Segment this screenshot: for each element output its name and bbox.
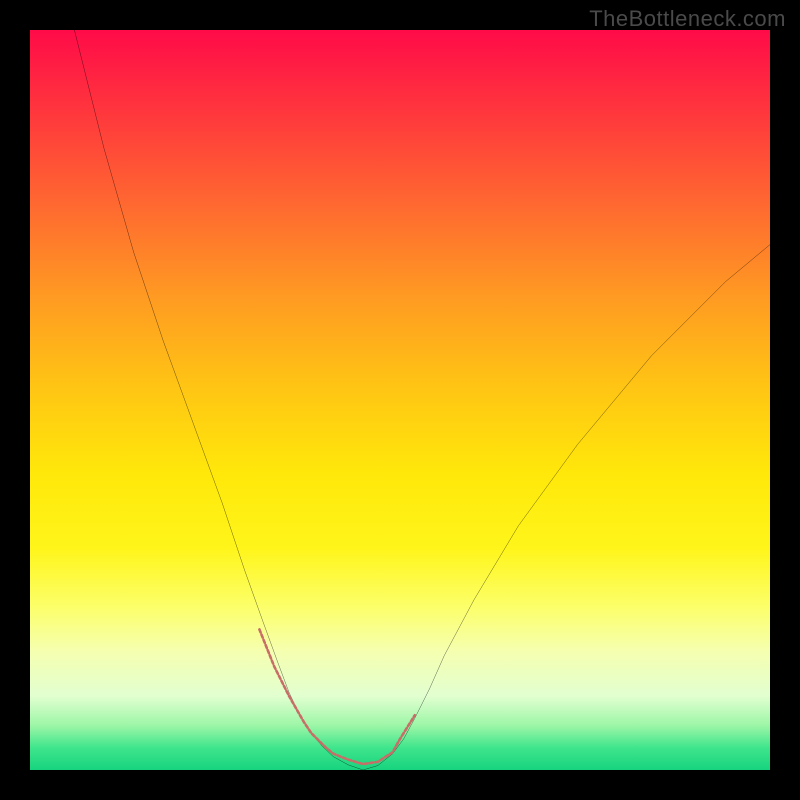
watermark-text: TheBottleneck.com bbox=[589, 6, 786, 32]
curve-left-path bbox=[74, 30, 363, 770]
marker-band-path bbox=[259, 629, 414, 764]
chart-frame: TheBottleneck.com bbox=[0, 0, 800, 800]
plot-area bbox=[30, 30, 770, 770]
curve-right-path bbox=[363, 245, 770, 770]
chart-svg bbox=[30, 30, 770, 770]
